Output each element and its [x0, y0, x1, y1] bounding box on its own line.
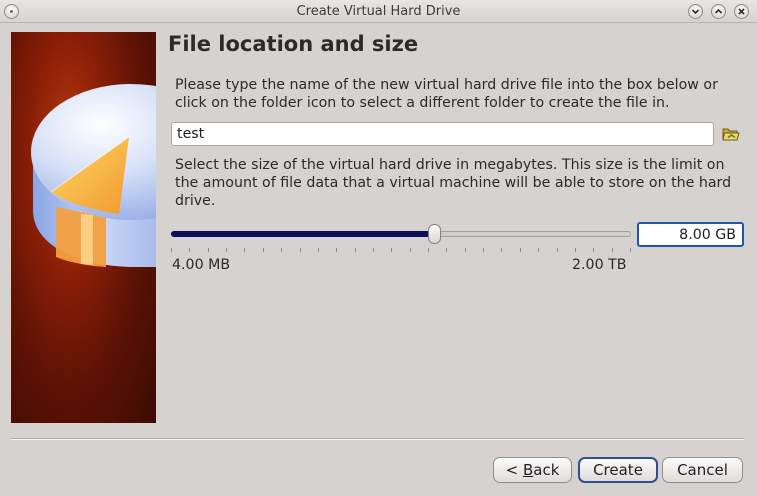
cancel-button[interactable]: Cancel — [662, 457, 743, 483]
slider-tick — [501, 248, 502, 252]
slider-tick — [263, 248, 264, 252]
folder-open-icon[interactable] — [721, 125, 741, 143]
slider-tick — [300, 248, 301, 252]
slider-tick — [428, 248, 429, 252]
back-label-prefix: < — [505, 461, 523, 479]
slider-tick — [373, 248, 374, 252]
back-label-rest: ack — [533, 461, 560, 479]
slider-tick — [281, 248, 282, 252]
slider-tick — [538, 248, 539, 252]
slider-tick — [226, 248, 227, 252]
size-description: Select the size of the virtual hard driv… — [175, 157, 732, 209]
title-bar[interactable]: Create Virtual Hard Drive — [0, 0, 757, 23]
slider-tick — [171, 248, 172, 252]
slider-tick — [336, 248, 337, 252]
slider-tick — [593, 248, 594, 252]
slider-tick — [630, 248, 631, 252]
slider-tick — [208, 248, 209, 252]
slider-tick — [612, 248, 613, 252]
slider-tick — [465, 248, 466, 252]
file-name-input[interactable] — [171, 122, 714, 146]
size-slider[interactable] — [171, 222, 631, 248]
maximize-icon[interactable] — [711, 4, 726, 19]
size-input[interactable] — [637, 222, 744, 247]
slider-tick — [355, 248, 356, 252]
slider-tick — [244, 248, 245, 252]
slider-tick — [483, 248, 484, 252]
slider-tick — [557, 248, 558, 252]
slider-tick — [410, 248, 411, 252]
window-title: Create Virtual Hard Drive — [296, 4, 461, 19]
slider-tick — [189, 248, 190, 252]
back-button[interactable]: < Back — [493, 457, 572, 483]
slider-tick — [391, 248, 392, 252]
close-icon[interactable] — [734, 4, 749, 19]
back-label-mnemonic: B — [522, 461, 534, 479]
slider-handle[interactable] — [428, 224, 441, 244]
minimize-icon[interactable] — [688, 4, 703, 19]
slider-tick — [446, 248, 447, 252]
page-title: File location and size — [168, 32, 419, 56]
button-separator — [11, 438, 744, 440]
size-range-min: 4.00 MB — [172, 257, 231, 273]
slider-fill — [171, 231, 435, 237]
create-button[interactable]: Create — [578, 457, 658, 483]
size-range-max: 2.00 TB — [572, 257, 627, 273]
slider-tick — [575, 248, 576, 252]
location-description: Please type the name of the new virtual … — [175, 77, 718, 111]
wizard-banner-image — [11, 32, 156, 423]
slider-ticks — [171, 248, 631, 252]
slider-tick — [318, 248, 319, 252]
virtual-disk-icon — [31, 84, 156, 267]
slider-tick — [520, 248, 521, 252]
